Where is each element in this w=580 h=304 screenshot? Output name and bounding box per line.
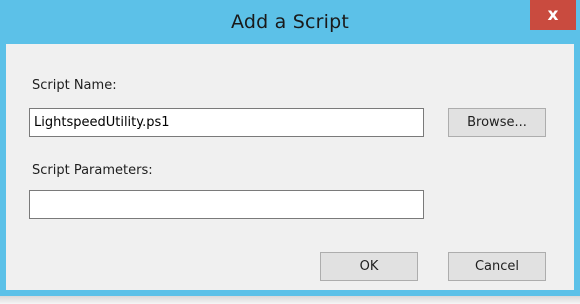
dialog-title: Add a Script <box>230 11 349 33</box>
cancel-button[interactable]: Cancel <box>448 252 546 281</box>
browse-button[interactable]: Browse... <box>448 108 546 137</box>
background-strip <box>0 296 580 304</box>
script-name-label: Script Name: <box>32 78 117 93</box>
ok-button[interactable]: OK <box>320 252 418 281</box>
dialog-titlebar[interactable]: Add a Script x <box>0 0 580 44</box>
script-parameters-input[interactable] <box>29 190 424 219</box>
add-script-dialog: Add a Script x Script Name: Browse... Sc… <box>0 0 580 296</box>
script-parameters-label: Script Parameters: <box>32 163 153 178</box>
script-name-input[interactable] <box>29 108 424 137</box>
dialog-client-area: Script Name: Browse... Script Parameters… <box>6 44 574 290</box>
close-button[interactable]: x <box>530 0 576 30</box>
close-icon: x <box>547 5 559 25</box>
